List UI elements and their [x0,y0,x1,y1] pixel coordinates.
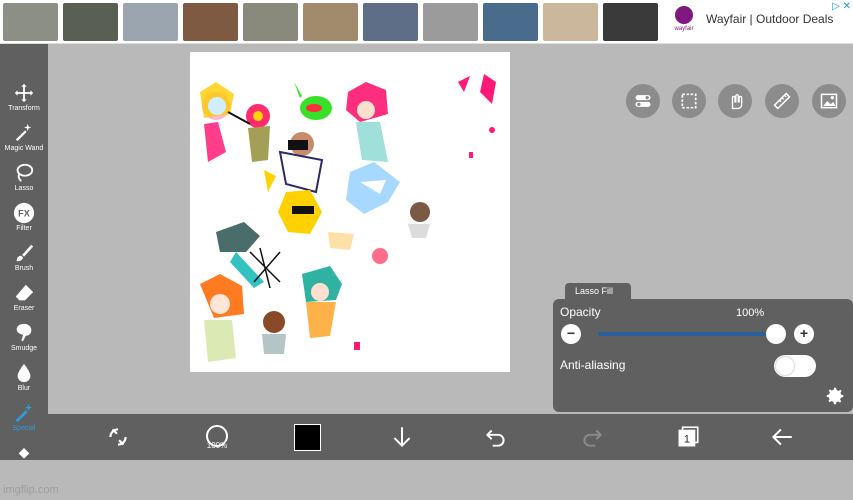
undo-icon [485,429,505,447]
layers-button[interactable]: 1 [674,423,702,451]
drawing-canvas[interactable] [190,52,510,372]
special-wand-icon [15,403,33,423]
opacity-plus-button[interactable]: + [794,324,814,344]
tool-special[interactable]: Special [0,402,48,442]
antialias-label: Anti-aliasing [560,358,626,372]
magic-wand-icon [15,123,32,142]
down-button[interactable] [388,423,416,451]
ruler-button[interactable] [765,84,799,118]
ad-thumbnail[interactable] [543,2,598,41]
ad-thumbnail[interactable] [243,2,298,41]
ad-thumbnail[interactable] [63,2,118,41]
tool-smudge[interactable]: Smudge [0,322,48,362]
artwork [200,74,496,362]
gear-icon[interactable] [824,385,846,407]
opacity-slider-thumb[interactable] [766,324,786,344]
back-button[interactable] [768,423,796,451]
rotate-canvas-button[interactable] [104,423,132,451]
svg-text:FX: FX [18,209,31,219]
brush-size-button[interactable]: 100% [200,423,234,451]
move-arrows-icon [14,83,34,103]
tool-magic-wand[interactable]: Magic Wand [0,122,48,162]
ad-thumbnail[interactable] [3,2,58,41]
opacity-minus-button[interactable]: − [561,324,581,344]
ad-thumbnail[interactable] [303,2,358,41]
ad-thumbnail[interactable] [363,2,418,41]
lasso-icon [16,163,34,182]
fill-bucket-icon [18,448,30,459]
ad-thumbnail[interactable] [183,2,238,41]
tool-transform[interactable]: Transform [0,82,48,122]
tool-fill[interactable] [0,444,48,460]
layer-toggle-icon [635,95,651,107]
brush-size-icon: 100% [206,425,228,450]
layers-icon: 1 [678,426,699,447]
left-toolbar: Transform Magic Wand Lasso FX Filter Bru… [0,44,48,460]
lasso-fill-panel: Opacity 100% − + Anti-aliasing [553,299,853,412]
ad-thumbnail[interactable] [483,2,538,41]
redo-icon [583,429,603,447]
ad-thumbnail[interactable] [123,2,178,41]
ad-close-icon[interactable]: ▷ ✕ [832,1,851,12]
opacity-label: Opacity [560,305,601,319]
brush-icon [16,244,34,262]
ruler-icon [773,92,791,110]
antialias-toggle[interactable] [774,355,816,377]
arrow-left-icon [771,428,792,446]
arrow-down-icon [393,427,411,448]
tool-lasso[interactable]: Lasso [0,162,48,202]
tool-filter[interactable]: FX Filter [0,202,48,242]
image-icon [820,93,838,109]
ad-title[interactable]: Wayfair | Outdoor Deals [706,12,833,26]
blur-drop-icon [17,363,31,383]
watermark: imgflip.com [3,484,59,496]
redo-button[interactable] [578,423,606,451]
eraser-icon [15,284,34,301]
tool-brush[interactable]: Brush [0,242,48,282]
selection-button[interactable] [672,84,706,118]
wayfair-logo: wayfair [666,6,702,36]
image-button[interactable] [812,84,846,118]
ad-thumbnail[interactable] [603,2,658,41]
opacity-value: 100% [736,307,765,319]
panel-tab[interactable]: Lasso Fill [565,283,631,300]
app-root: wayfair Wayfair | Outdoor Deals ▷ ✕ Tran… [0,0,853,500]
color-swatch[interactable] [294,424,321,451]
tool-eraser[interactable]: Eraser [0,282,48,322]
hand-icon [731,94,743,110]
rotate-icon [109,428,127,446]
fx-icon: FX [13,202,35,224]
svg-text:100%: 100% [207,441,227,450]
bottom-toolbar: 100% 1 [48,414,853,460]
undo-button[interactable] [482,423,510,451]
hand-button[interactable] [718,84,752,118]
layer-toggle-button[interactable] [626,84,660,118]
smudge-icon [16,323,32,342]
ad-thumbnail[interactable] [423,2,478,41]
tool-blur[interactable]: Blur [0,362,48,402]
svg-text:1: 1 [684,433,690,445]
opacity-slider-track[interactable] [598,332,776,336]
brand-word: wayfair [674,26,694,32]
selection-icon [681,93,697,109]
ad-thumbnails[interactable] [0,2,658,41]
ad-banner[interactable]: wayfair Wayfair | Outdoor Deals ▷ ✕ [0,0,853,44]
